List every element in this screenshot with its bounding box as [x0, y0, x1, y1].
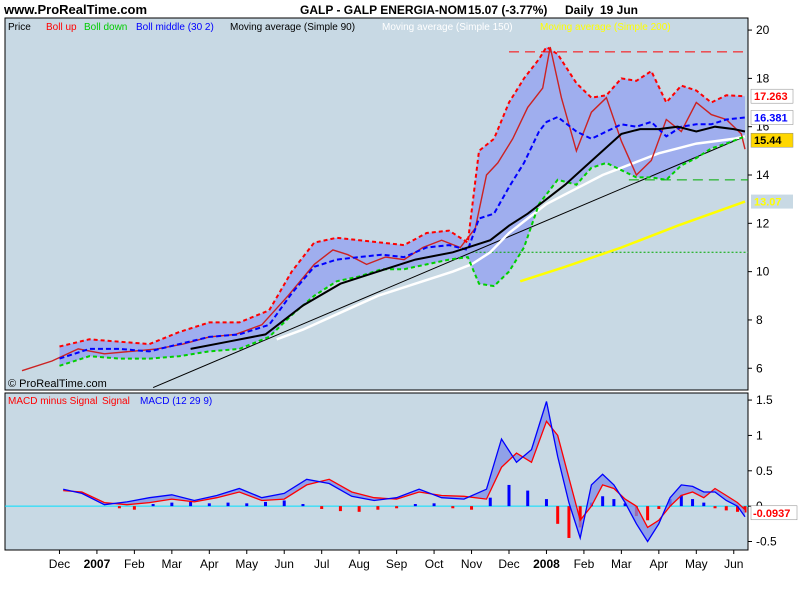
x-tick-label: Oct	[425, 557, 444, 571]
price-badge-3: 13.07	[754, 197, 782, 209]
chart-canvas: www.ProRealTime.com GALP - GALP ENERGIA-…	[3, 2, 798, 571]
price-y-axis: 6810121416182017.26316.38115.4413.07	[748, 23, 794, 375]
macd-hist-bar	[526, 490, 530, 507]
x-tick-label: Nov	[461, 557, 482, 571]
macd-legend: MACD minus Signal Signal MACD (12 29 9)	[8, 396, 212, 407]
x-tick-label: Apr	[649, 557, 668, 571]
x-tick-label: Mar	[611, 557, 632, 571]
macd-hist-bar	[376, 506, 380, 510]
macd-hist-bar	[601, 496, 605, 507]
macd-hist-bar	[338, 506, 342, 512]
price-tick-label: 8	[756, 313, 763, 327]
macd-hist-bar	[544, 499, 548, 507]
macd-tick-label: 1	[756, 428, 763, 442]
price-tick-label: 20	[756, 23, 770, 37]
macd-tick-label: 0.5	[756, 464, 773, 478]
x-tick-label: Jun	[275, 557, 294, 571]
macd-hist-bar	[413, 504, 417, 507]
price-panel[interactable]	[4, 17, 749, 391]
legend-macd: MACD (12 29 9)	[140, 396, 212, 407]
legend-boll-up: Boll up	[46, 22, 77, 33]
price-tick-label: 10	[756, 265, 770, 279]
site-name: www.ProRealTime.com	[3, 2, 147, 17]
macd-hist-bar	[301, 504, 305, 507]
price-tick-label: 14	[756, 168, 770, 182]
x-tick-label: Jul	[314, 557, 329, 571]
macd-hist-bar	[713, 506, 717, 509]
legend-ma150: Moving average (Simple 150)	[382, 22, 513, 33]
x-tick-label: Dec	[498, 557, 519, 571]
price-badge-0: 17.263	[754, 91, 788, 103]
macd-hist-bar	[507, 484, 511, 507]
quote-change: 15.07 (-3.77%)	[468, 3, 547, 17]
macd-hist-bar	[470, 506, 474, 510]
period-label: Daily	[565, 3, 594, 17]
chart-header: GALP - GALP ENERGIA-NOM 15.07 (-3.77%) D…	[300, 3, 638, 17]
x-tick-label: 2008	[533, 557, 560, 571]
legend-boll-middle: Boll middle (30 2)	[136, 22, 214, 33]
macd-hist-bar	[567, 506, 571, 538]
macd-y-axis: -0.500.511.5-0.0937	[748, 393, 798, 549]
macd-hist-bar	[226, 502, 230, 507]
macd-hist-bar	[263, 501, 267, 507]
macd-hist-bar	[724, 506, 728, 511]
macd-hist-bar	[132, 506, 136, 510]
macd-hist-bar	[556, 506, 560, 524]
macd-hist-bar	[646, 506, 650, 521]
x-tick-label: Aug	[348, 557, 369, 571]
macd-hist-bar	[320, 506, 324, 509]
instrument-name: GALP - GALP ENERGIA-NOM	[300, 3, 467, 17]
macd-hist-bar	[170, 502, 174, 507]
macd-hist-bar	[151, 504, 155, 507]
legend-signal: Signal	[102, 396, 130, 407]
price-badge-2: 15.44	[754, 135, 782, 147]
macd-hist-bar	[189, 501, 193, 507]
macd-hist-bar	[245, 503, 249, 507]
legend-boll-down: Boll down	[84, 22, 127, 33]
x-tick-label: Mar	[162, 557, 183, 571]
macd-hist-bar	[451, 506, 455, 509]
macd-hist-bar	[612, 499, 616, 507]
price-legend: Price Boll up Boll down Boll middle (30 …	[8, 22, 671, 33]
price-tick-label: 12	[756, 216, 770, 230]
x-tick-label: Jun	[724, 557, 743, 571]
macd-panel[interactable]	[4, 392, 749, 551]
watermark: © ProRealTime.com	[8, 378, 107, 390]
legend-ma200: Moving average (Simple 200)	[540, 22, 671, 33]
x-tick-label: May	[685, 557, 708, 571]
macd-hist-bar	[657, 506, 661, 509]
macd-hist-bar	[207, 503, 211, 507]
macd-hist-bar	[357, 506, 361, 512]
legend-ma90: Moving average (Simple 90)	[230, 22, 355, 33]
price-tick-label: 6	[756, 361, 763, 375]
price-tick-label: 18	[756, 71, 770, 85]
macd-hist-bar	[282, 500, 286, 507]
x-tick-label: Feb	[574, 557, 595, 571]
x-tick-label: Sep	[386, 557, 408, 571]
x-tick-label: Dec	[49, 557, 70, 571]
macd-hist-bar	[488, 497, 492, 507]
macd-tick-label: -0.5	[756, 535, 777, 549]
legend-price: Price	[8, 22, 31, 33]
macd-hist-bar	[432, 503, 436, 507]
macd-hist-bar	[395, 506, 399, 509]
macd-badge: -0.0937	[753, 508, 790, 520]
price-badge-1: 16.381	[754, 112, 788, 124]
macd-hist-bar	[702, 502, 706, 507]
x-tick-label: Feb	[124, 557, 145, 571]
legend-macd-hist: MACD minus Signal	[8, 396, 97, 407]
macd-hist-bar	[117, 506, 121, 509]
macd-hist-bar	[691, 499, 695, 507]
x-tick-label: Apr	[200, 557, 219, 571]
macd-tick-label: 1.5	[756, 393, 773, 407]
x-tick-label: 2007	[84, 557, 111, 571]
time-axis: Dec 2007 Feb Mar Apr May Jun Jul Aug Sep Oct Nov Dec…	[5, 549, 748, 571]
x-tick-label: May	[235, 557, 258, 571]
date-label: 19 Jun	[600, 3, 638, 17]
